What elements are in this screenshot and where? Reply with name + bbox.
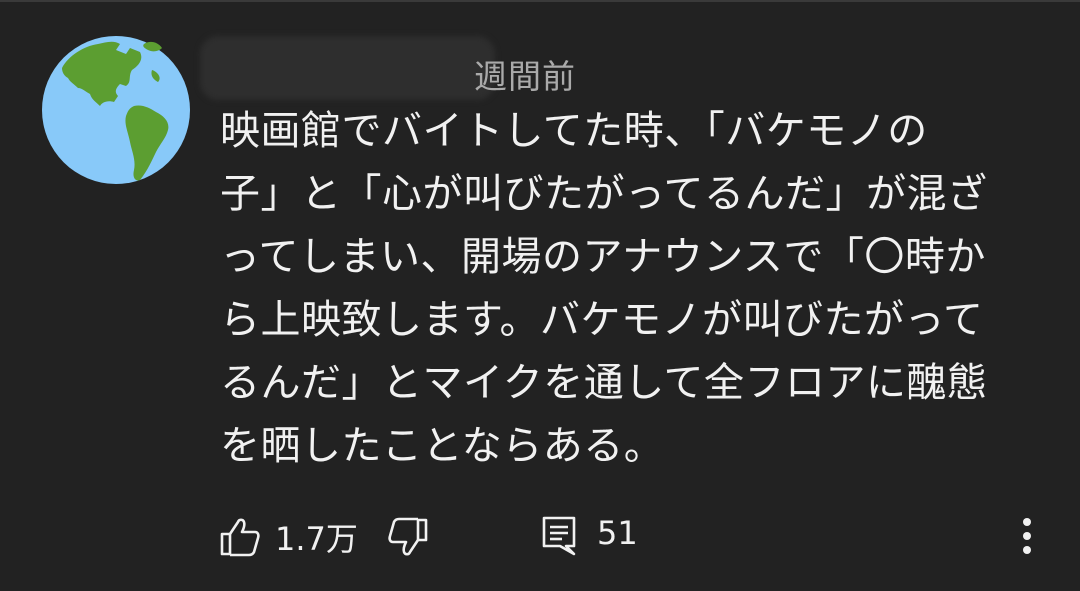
comment-text-line: を晒したことならある。: [220, 423, 665, 469]
top-divider: [0, 0, 1080, 2]
reply-comment-icon: [542, 516, 576, 556]
globe-americas-icon: [42, 36, 190, 184]
comment-text-line: 子」と「心が叫びたがってるんだ」が混ざ: [220, 171, 988, 217]
reply-count: 51: [597, 514, 638, 552]
reply-button[interactable]: [540, 514, 580, 558]
dislike-button[interactable]: [386, 516, 430, 560]
thumbs-up-icon: [220, 518, 260, 557]
thumbs-down-icon: [388, 517, 428, 556]
comment-text-line: ら上映致します。バケモノが叫びたがって: [220, 297, 984, 343]
comment-text-line: 映画館でバイトしてた時、「バケモノの: [220, 108, 928, 154]
more-actions-button[interactable]: [1012, 512, 1042, 560]
author-name-redacted[interactable]: [200, 36, 495, 100]
like-count: 1.7万: [275, 520, 358, 558]
like-button[interactable]: [218, 514, 262, 558]
more-vertical-icon: [1023, 518, 1031, 554]
comment-text-line: るんだ」とマイクを通して全フロアに醜態: [220, 360, 988, 406]
comment-actions: 1.7万 51: [0, 508, 1080, 562]
avatar[interactable]: [40, 30, 192, 190]
comment-text-line: ってしまい、開場のアナウンスで「〇時か: [220, 234, 986, 280]
comment-timestamp[interactable]: 週間前: [474, 50, 576, 98]
comment-text: 映画館でバイトしてた時、「バケモノの 子」と「心が叫びたがってるんだ」が混ざ っ…: [220, 100, 1040, 478]
comment-header: 週間前: [200, 36, 800, 106]
